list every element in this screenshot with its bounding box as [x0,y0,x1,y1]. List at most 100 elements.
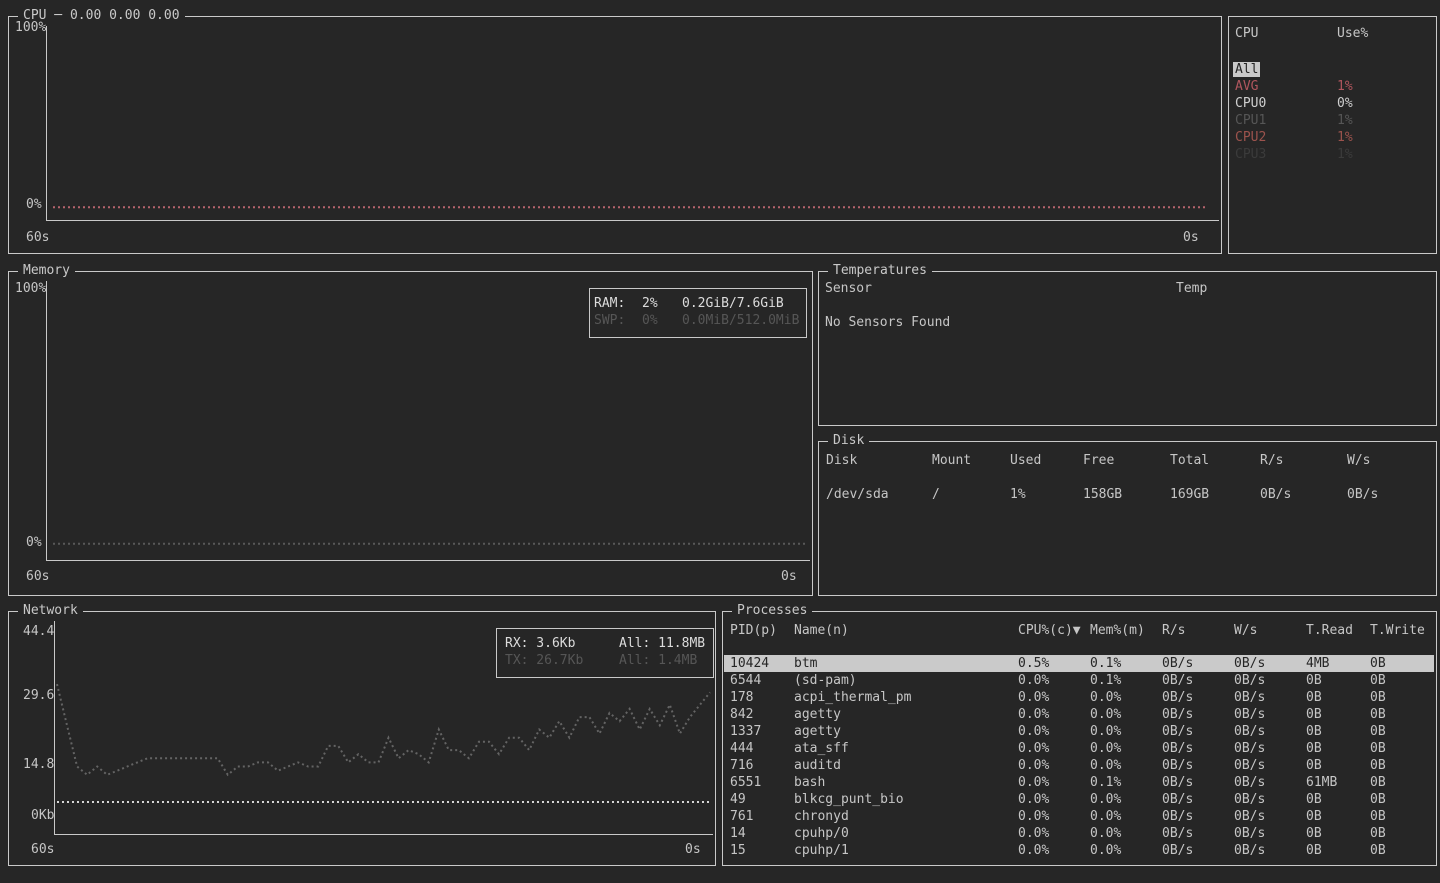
process-column-header[interactable]: T.Write [1370,622,1425,639]
cpu-legend-row-use: 1% [1337,78,1353,95]
disk-panel: Disk DiskMountUsedFreeTotalR/sW/s/dev/sd… [818,441,1437,596]
cpu-legend-row-cpu2[interactable]: CPU2 1% [1235,129,1432,146]
process-cell: 0B [1306,723,1322,740]
process-cell: 0B [1306,825,1322,842]
process-cell: 178 [730,689,753,706]
process-cell: 0B [1306,706,1322,723]
network-y-tick-44: 44.4 [23,625,54,639]
process-cell: 0B [1306,740,1322,757]
ram-value: 0.2GiB/7.6GiB [682,295,784,312]
process-row[interactable]: 14cpuhp/00.0%0.0%0B/s0B/s0B0B [724,825,1434,842]
process-cell: 0B/s [1234,791,1265,808]
cpu-legend-row-avg[interactable]: AVG1% [1235,78,1432,95]
process-cell: 0.0% [1090,791,1121,808]
process-column-header[interactable]: R/s [1162,622,1185,639]
process-cell: 0B [1370,825,1386,842]
process-cell: 0B/s [1162,740,1193,757]
process-cell: 0B/s [1234,689,1265,706]
cpu-legend-row-label: CPU0 [1235,96,1266,111]
process-column-header[interactable]: Name(n) [794,622,849,639]
cpu-legend-row-use: 0% [1337,95,1353,112]
network-panel: Network 44.4 29.6 14.8 0Kb 60s 0s RX: 3.… [8,611,716,866]
process-cell: 0.0% [1018,757,1049,774]
process-column-header[interactable]: CPU%(c)▼ [1018,622,1081,639]
process-cell: 0B/s [1234,723,1265,740]
process-cell: cpuhp/0 [794,825,849,842]
process-cell: 0B [1306,689,1322,706]
disk-column-header: W/s [1347,452,1370,469]
swap-value: 0.0MiB/512.0MiB [682,312,799,329]
cpu-legend-row-label: CPU3 [1235,147,1266,162]
process-cell: 0B/s [1162,689,1193,706]
process-cell: btm [794,655,817,672]
cpu-legend-row-cpu3[interactable]: CPU31% [1235,146,1432,163]
btm-dashboard: CPU ─ 0.00 0.00 0.00 100% 0% 60s 0s CPU … [0,0,1440,883]
process-column-header[interactable]: Mem%(m) [1090,622,1145,639]
disk-column-header: Mount [932,452,971,469]
cpu-legend-row-use: 1% [1337,129,1353,146]
process-cell: 0.0% [1090,723,1121,740]
process-row[interactable]: 6551bash0.0%0.1%0B/s0B/s61MB0B [724,774,1434,791]
disk-column-header: Used [1010,452,1041,469]
cpu-legend-row-label: All [1233,62,1260,77]
process-column-header[interactable]: W/s [1234,622,1257,639]
temperatures-header-sensor: Sensor [825,282,872,296]
cpu-legend-row-cpu1[interactable]: CPU11% [1235,112,1432,129]
network-x-right-label: 0s [685,843,701,857]
process-cell: 444 [730,740,753,757]
process-cell: 0.1% [1090,672,1121,689]
process-row[interactable]: 1337agetty0.0%0.0%0B/s0B/s0B0B [724,723,1434,740]
disk-column-header: Free [1083,452,1114,469]
process-cell: 0B [1370,706,1386,723]
process-cell: 0B [1370,774,1386,791]
disk-row[interactable]: /dev/sda/1%158GB169GB0B/s0B/s [820,486,1434,503]
process-cell: 0B/s [1162,791,1193,808]
process-column-header[interactable]: PID(p) [730,622,777,639]
process-row[interactable]: 15cpuhp/10.0%0.0%0B/s0B/s0B0B [724,842,1434,859]
disk-cell: 169GB [1170,486,1209,503]
process-cell: agetty [794,706,841,723]
process-cell: 0B/s [1234,774,1265,791]
memory-y-min-label: 0% [26,536,42,550]
process-cell: 0B [1306,672,1322,689]
process-cell: 0B/s [1162,808,1193,825]
tx-total: All: 1.4MB [619,652,697,669]
process-cell: 0B [1370,672,1386,689]
cpu-legend-row-all[interactable]: All [1235,61,1432,78]
process-cell: 61MB [1306,774,1337,791]
cpu-x-left-label: 60s [26,231,49,245]
disk-header-row: DiskMountUsedFreeTotalR/sW/s [820,452,1434,469]
process-cell: ata_sff [794,740,849,757]
cpu-legend-row-label: CPU2 [1235,130,1266,145]
cpu-x-right-label: 0s [1183,231,1199,245]
process-row[interactable]: 716auditd0.0%0.0%0B/s0B/s0B0B [724,757,1434,774]
process-cell: 0.0% [1018,825,1049,842]
cpu-legend-row-use: 1% [1337,112,1353,129]
swap-percent: 0% [642,312,682,329]
memory-x-left-label: 60s [26,570,49,584]
process-row[interactable]: 842agetty0.0%0.0%0B/s0B/s0B0B [724,706,1434,723]
process-cell: 0B/s [1234,825,1265,842]
process-column-header[interactable]: T.Read [1306,622,1353,639]
process-cell: 0B/s [1234,672,1265,689]
process-row[interactable]: 444ata_sff0.0%0.0%0B/s0B/s0B0B [724,740,1434,757]
memory-y-max-label: 100% [15,282,46,296]
process-cell: 0.0% [1018,774,1049,791]
process-row[interactable]: 6544(sd-pam)0.0%0.1%0B/s0B/s0B0B [724,672,1434,689]
cpu-legend-header-cpu: CPU [1235,27,1258,41]
cpu-legend-row-cpu0[interactable]: CPU0 0% [1235,95,1432,112]
process-cell: 0B/s [1162,723,1193,740]
process-row[interactable]: 761chronyd0.0%0.0%0B/s0B/s0B0B [724,808,1434,825]
process-header-row: PID(p) Name(n) CPU%(c)▼ Mem%(m) R/s W/s T.Read… [724,622,1434,639]
process-row[interactable]: 10424btm0.5%0.1%0B/s0B/s4MB0B [724,655,1434,672]
network-y-tick-0: 0Kb [31,809,54,823]
process-cell: 0B/s [1162,774,1193,791]
process-cell: 0B [1370,757,1386,774]
process-row[interactable]: 49blkcg_punt_bio0.0%0.0%0B/s0B/s0B0B [724,791,1434,808]
ram-label: RAM: [594,295,642,312]
process-row[interactable]: 178acpi_thermal_pm0.0%0.0%0B/s0B/s0B0B [724,689,1434,706]
process-cell: 15 [730,842,746,859]
memory-panel: Memory 100% 0% 60s 0s RAM: 2% 0.2GiB/7.6… [8,271,813,596]
process-cell: 1337 [730,723,761,740]
process-cell: 716 [730,757,753,774]
